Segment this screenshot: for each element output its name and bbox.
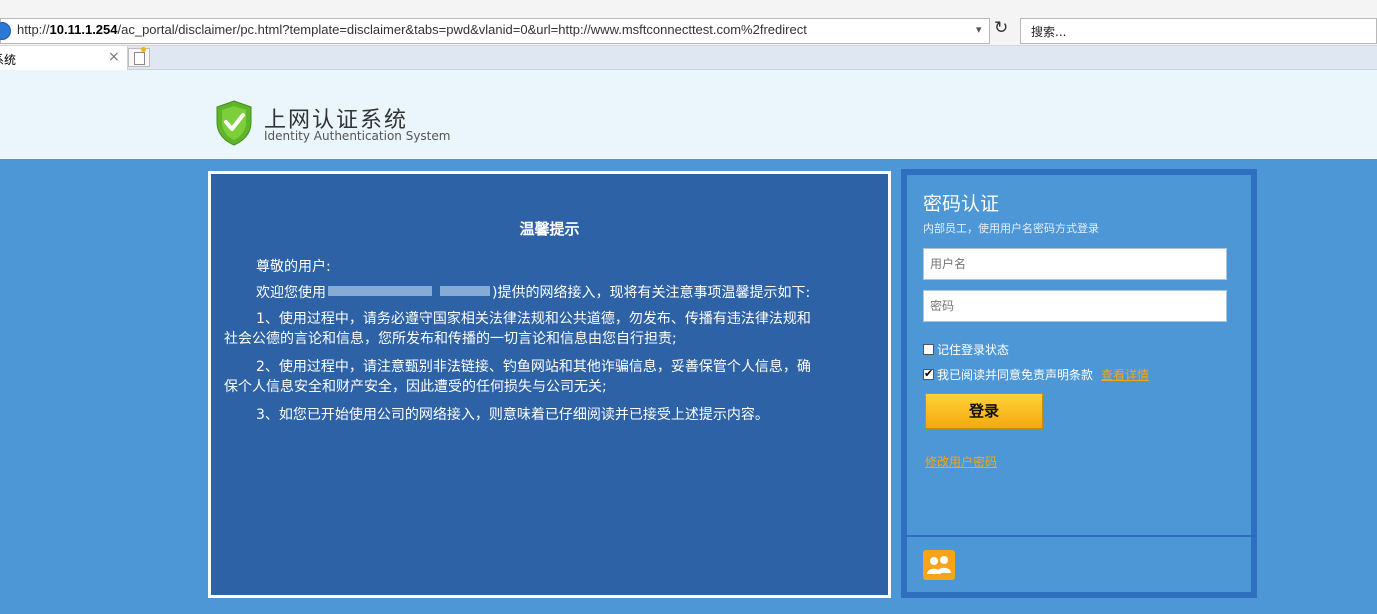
shield-logo-icon	[216, 100, 252, 146]
notice-greeting: 尊敬的用户:	[256, 259, 331, 275]
browser-toolbar: http://10.11.1.254/ac_portal/disclaimer/…	[0, 0, 1377, 46]
notice-title: 温馨提示	[519, 220, 580, 238]
address-bar[interactable]: http://10.11.1.254/ac_portal/disclaimer/…	[0, 18, 990, 44]
tab-title: 系统	[0, 53, 17, 67]
login-subtitle: 内部员工，使用用户名密码方式登录	[923, 222, 1099, 235]
notice-item-3: 3、如您已开始使用公司的网络接入，则意味着已仔细阅读并已接受上述提示内容。	[256, 407, 769, 423]
browser-site-icon	[0, 22, 11, 40]
users-icon[interactable]	[923, 550, 955, 580]
login-title: 密码认证	[923, 193, 1000, 215]
refresh-icon[interactable]: ↻	[994, 18, 1008, 38]
login-footer	[907, 537, 1251, 592]
tab-close-icon[interactable]: ×	[108, 49, 120, 65]
login-form: 密码认证 内部员工，使用用户名密码方式登录 记住登录状态 我已阅读并同意免责声明…	[907, 175, 1251, 535]
redacted-text	[440, 286, 490, 296]
redacted-text	[328, 286, 432, 296]
remember-row: 记住登录状态	[923, 341, 1009, 358]
address-dropdown-icon[interactable]: ▾	[976, 23, 982, 36]
agree-label[interactable]: 我已阅读并同意免责声明条款	[937, 368, 1093, 382]
notice-welcome-end: )提供的网络接入，现将有关注意事项温馨提示如下:	[492, 285, 811, 301]
address-url[interactable]: http://10.11.1.254/ac_portal/disclaimer/…	[17, 22, 807, 37]
login-panel: 密码认证 内部员工，使用用户名密码方式登录 记住登录状态 我已阅读并同意免责声明…	[901, 169, 1257, 598]
notice-item-1-line-1: 1、使用过程中，请务必遵守国家相关法律法规和公共道德，勿发布、传播有违法律法规和	[256, 311, 811, 327]
notice-item-1-line-2: 社会公德的言论和信息，您所发布和传播的一切言论和信息由您自行担责;	[224, 331, 677, 347]
page-header	[0, 70, 1377, 159]
remember-checkbox[interactable]	[923, 344, 934, 355]
notice-panel: 温馨提示 尊敬的用户: 欢迎您使用 )提供的网络接入，现将有关注意事项温馨提示如…	[208, 171, 891, 598]
password-input[interactable]	[923, 290, 1227, 322]
new-tab-button[interactable]	[128, 47, 150, 67]
view-details-link[interactable]: 查看详情	[1101, 368, 1149, 382]
notice-welcome-start: 欢迎您使用	[256, 285, 326, 301]
notice-item-2-line-1: 2、使用过程中，请注意甄别非法链接、钓鱼网站和其他诈骗信息，妥善保管个人信息，确	[256, 359, 811, 375]
change-password-link[interactable]: 修改用户密码	[925, 453, 997, 470]
agree-row: 我已阅读并同意免责声明条款查看详情	[923, 366, 1149, 383]
agree-checkbox[interactable]	[923, 367, 934, 380]
login-button[interactable]: 登录	[925, 393, 1043, 429]
new-tab-star-icon	[141, 47, 146, 52]
remember-label[interactable]: 记住登录状态	[937, 343, 1009, 357]
search-placeholder: 搜索...	[1031, 25, 1067, 39]
browser-tab[interactable]: 系统 ×	[0, 46, 128, 70]
new-tab-icon	[134, 52, 145, 65]
browser-search-input[interactable]: 搜索...	[1020, 18, 1377, 44]
username-input[interactable]	[923, 248, 1227, 280]
system-subtitle: Identity Authentication System	[264, 129, 451, 143]
notice-item-2-line-2: 保个人信息安全和财产安全，因此遭受的任何损失与公司无关;	[224, 379, 607, 395]
browser-tab-bar: 系统 ×	[0, 46, 1377, 70]
